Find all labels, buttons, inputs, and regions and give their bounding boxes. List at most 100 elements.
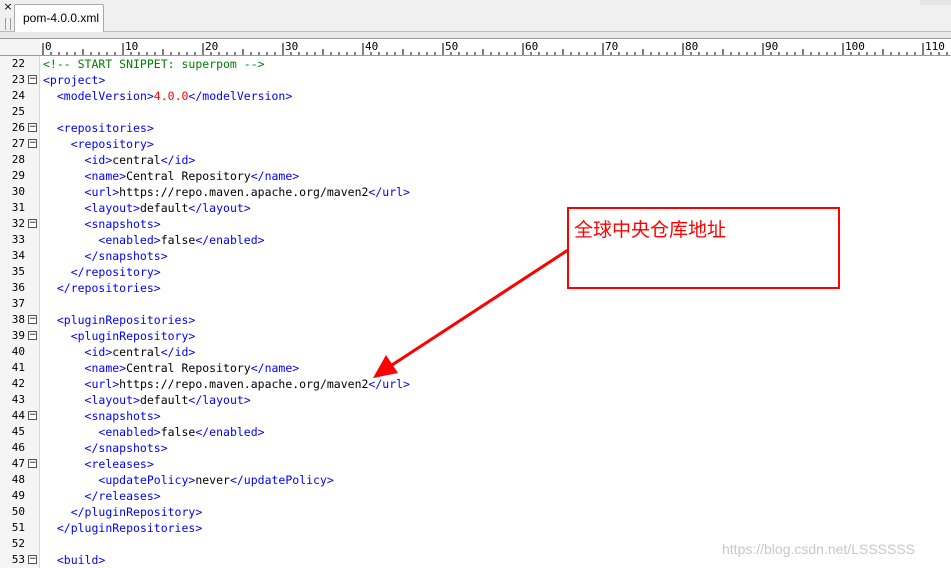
- code-token-tag: </repository>: [70, 265, 161, 279]
- code-line[interactable]: 51 </pluginRepositories>: [0, 520, 951, 536]
- code-token-tag: </enabled>: [195, 233, 265, 247]
- code-token-tag: </modelVersion>: [188, 89, 293, 103]
- code-text: </pluginRepository>: [43, 504, 203, 520]
- code-token-text: false: [160, 425, 196, 439]
- code-line[interactable]: 42 <url>https://repo.maven.apache.org/ma…: [0, 376, 951, 392]
- code-token-tag: <enabled>: [98, 425, 161, 439]
- code-text: <name>Central Repository</name>: [43, 360, 300, 376]
- tab-pom-file[interactable]: pom-4.0.0.xml: [14, 4, 104, 32]
- code-token-tag: <snapshots>: [84, 409, 161, 423]
- code-line[interactable]: 28 <id>central</id>: [0, 152, 951, 168]
- code-line[interactable]: 23− <project>: [0, 72, 951, 88]
- code-text: <layout>default</layout>: [43, 200, 251, 216]
- fold-toggle-icon[interactable]: −: [28, 331, 37, 340]
- code-token-tag: </layout>: [188, 201, 251, 215]
- fold-toggle-icon[interactable]: −: [28, 459, 37, 468]
- code-line[interactable]: 47− <releases>: [0, 456, 951, 472]
- tab-label: pom-4.0.0.xml: [23, 11, 100, 25]
- annotation-callout: 全球中央仓库地址: [567, 207, 840, 289]
- code-text: <enabled>false</enabled>: [43, 424, 264, 440]
- line-number: 27: [11, 137, 25, 150]
- ruler-label: 90: [765, 40, 778, 53]
- fold-toggle-icon[interactable]: −: [28, 75, 37, 84]
- code-line[interactable]: 40 <id>central</id>: [0, 344, 951, 360]
- fold-toggle-icon[interactable]: −: [28, 315, 37, 324]
- code-line[interactable]: 46 </snapshots>: [0, 440, 951, 456]
- code-text: <project>: [43, 72, 105, 88]
- tab-bar-grip-icon[interactable]: [5, 18, 11, 30]
- fold-toggle-icon[interactable]: −: [28, 219, 37, 228]
- code-token-text: https://repo.maven.apache.org/maven2: [119, 377, 369, 391]
- code-line[interactable]: 25: [0, 104, 951, 120]
- line-number: 26: [11, 121, 25, 134]
- fold-toggle-icon[interactable]: −: [28, 411, 37, 420]
- close-tab-icon[interactable]: ×: [3, 1, 13, 13]
- code-text: <pluginRepository>: [43, 328, 196, 344]
- code-token-tag: <project>: [43, 73, 106, 87]
- code-line[interactable]: 24 <modelVersion>4.0.0</modelVersion>: [0, 88, 951, 104]
- code-line[interactable]: 27− <repository>: [0, 136, 951, 152]
- code-token-value: 4.0.0: [153, 89, 189, 103]
- code-line[interactable]: 44− <snapshots>: [0, 408, 951, 424]
- line-number: 25: [11, 105, 25, 118]
- code-line[interactable]: 45 <enabled>false</enabled>: [0, 424, 951, 440]
- code-token-tag: <id>: [84, 153, 113, 167]
- line-number: 23: [11, 73, 25, 86]
- code-line[interactable]: 30 <url>https://repo.maven.apache.org/ma…: [0, 184, 951, 200]
- line-number: 28: [11, 153, 25, 166]
- code-text: <snapshots>: [43, 216, 161, 232]
- fold-toggle-icon[interactable]: −: [28, 555, 37, 564]
- code-line[interactable]: 22 <!-- START SNIPPET: superpom -->: [0, 56, 951, 72]
- code-token-tag: <releases>: [84, 457, 154, 471]
- code-line[interactable]: 41 <name>Central Repository</name>: [0, 360, 951, 376]
- code-line[interactable]: 43 <layout>default</layout>: [0, 392, 951, 408]
- fold-toggle-icon[interactable]: −: [28, 123, 37, 132]
- code-token-text: Central Repository: [126, 361, 251, 375]
- code-text: <url>https://repo.maven.apache.org/maven…: [43, 184, 410, 200]
- code-line[interactable]: 37: [0, 296, 951, 312]
- code-token-tag: <snapshots>: [84, 217, 161, 231]
- code-token-tag: <name>: [84, 169, 127, 183]
- code-token-tag: </repositories>: [56, 281, 161, 295]
- line-number: 43: [11, 393, 25, 406]
- ruler-label: 40: [365, 40, 378, 53]
- code-token-tag: <layout>: [84, 201, 140, 215]
- code-line[interactable]: 39− <pluginRepository>: [0, 328, 951, 344]
- ruler-label: 80: [685, 40, 698, 53]
- code-token-tag: <layout>: [84, 393, 140, 407]
- code-text: <repository>: [43, 136, 154, 152]
- code-line[interactable]: 48 <updatePolicy>never</updatePolicy>: [0, 472, 951, 488]
- fold-toggle-icon[interactable]: −: [28, 139, 37, 148]
- line-number: 24: [11, 89, 25, 102]
- code-token-tag: </id>: [160, 153, 196, 167]
- code-line[interactable]: 50 </pluginRepository>: [0, 504, 951, 520]
- code-line[interactable]: 26− <repositories>: [0, 120, 951, 136]
- line-number: 50: [11, 505, 25, 518]
- line-number: 38: [11, 313, 25, 326]
- code-line[interactable]: 49 </releases>: [0, 488, 951, 504]
- code-text: <id>central</id>: [43, 152, 196, 168]
- code-line[interactable]: 29 <name>Central Repository</name>: [0, 168, 951, 184]
- code-text: <pluginRepositories>: [43, 312, 195, 328]
- line-number: 49: [11, 489, 25, 502]
- line-number: 22: [11, 57, 25, 70]
- code-line[interactable]: 38− <pluginRepositories>: [0, 312, 951, 328]
- code-token-tag: <pluginRepositories>: [56, 313, 196, 327]
- code-text: </releases>: [43, 488, 161, 504]
- tab-bar-decoration: [920, 0, 951, 5]
